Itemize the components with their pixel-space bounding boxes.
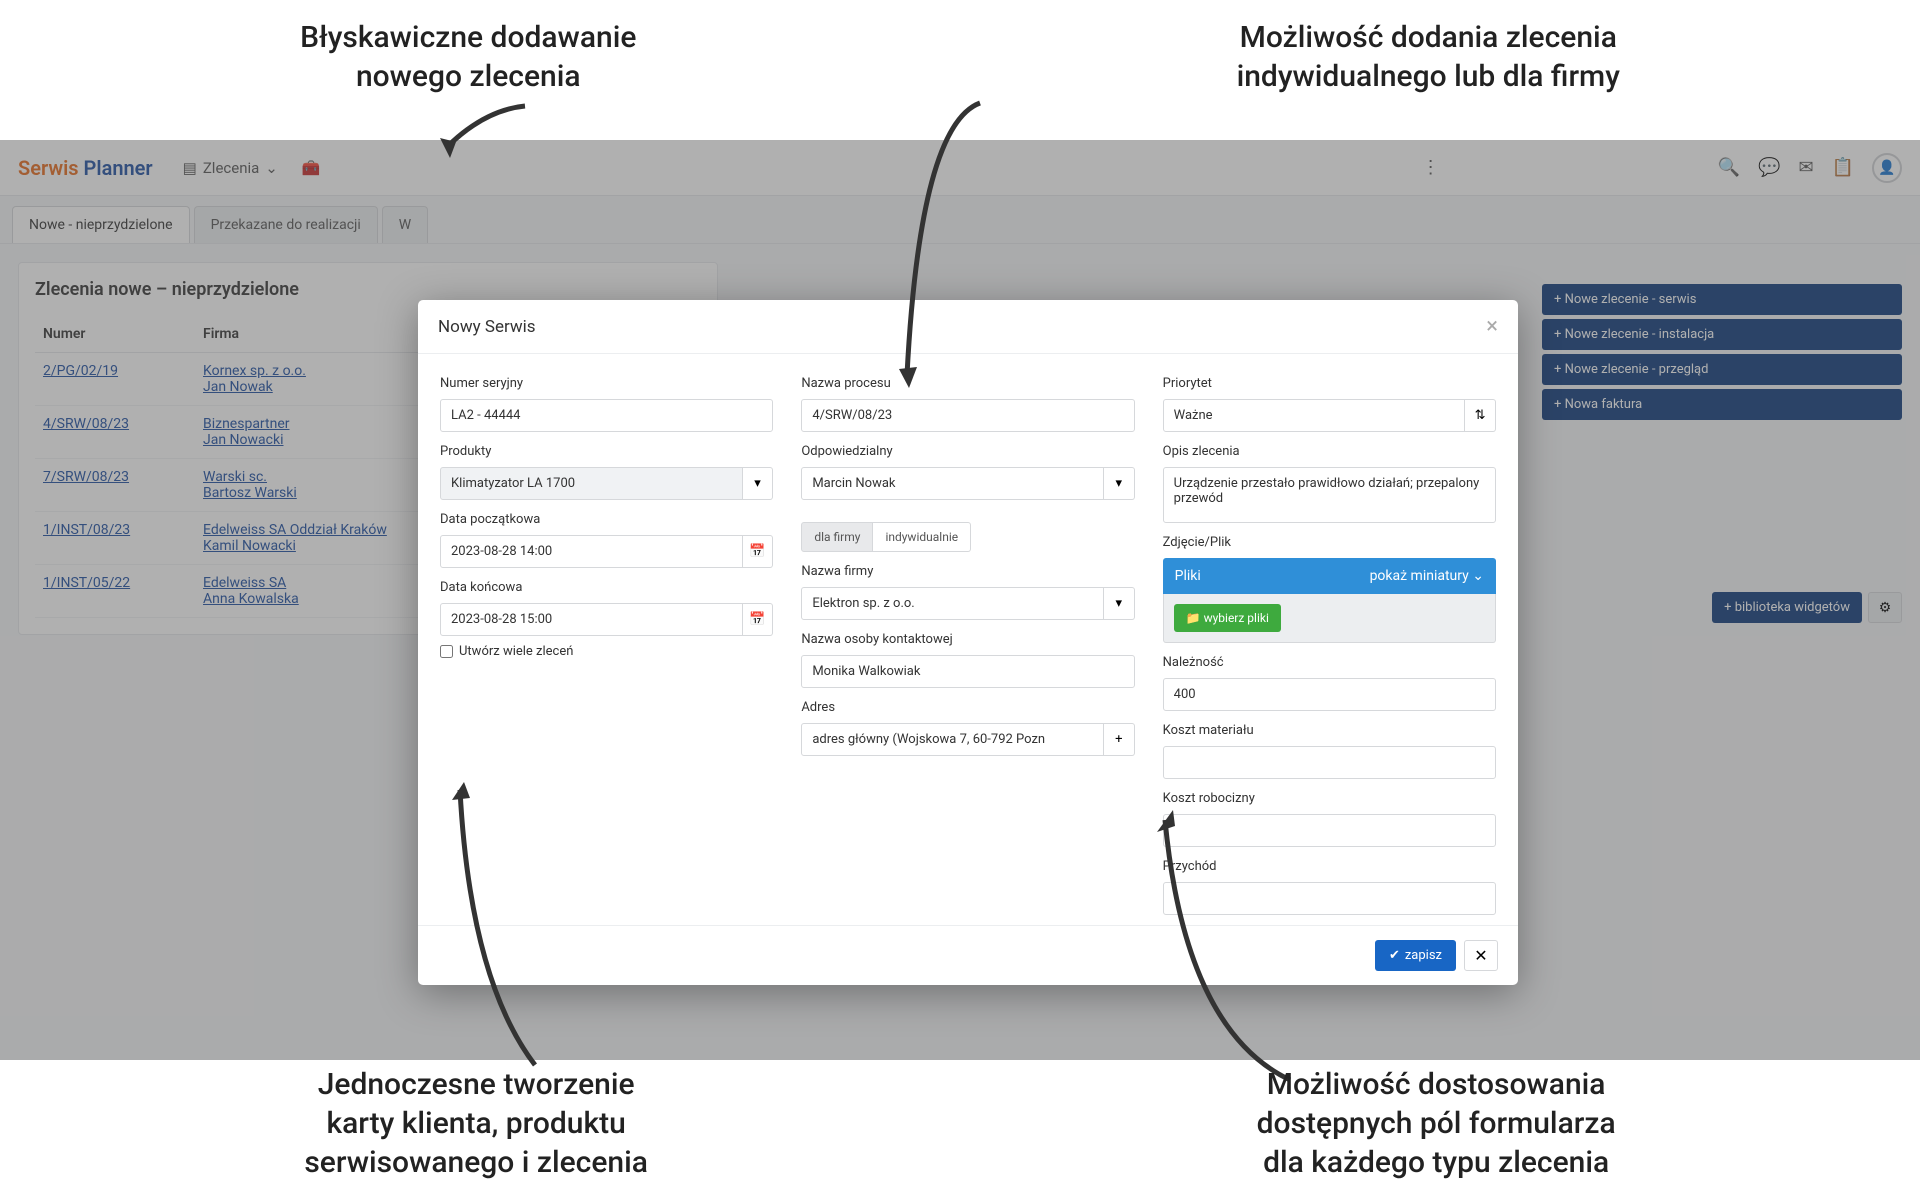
label-date-end: Data końcowa xyxy=(440,580,773,595)
label-address: Adres xyxy=(801,700,1134,715)
arrow-top-left xyxy=(430,98,540,168)
label-multi: Utwórz wiele zleceń xyxy=(459,644,573,659)
label-due: Należność xyxy=(1163,655,1496,670)
files-thumbs-label: pokaż miniatury xyxy=(1370,568,1469,584)
cancel-button[interactable]: ✕ xyxy=(1464,940,1498,971)
priority-select[interactable] xyxy=(1163,399,1466,432)
label-products: Produkty xyxy=(440,444,773,459)
modal-title: Nowy Serwis xyxy=(438,317,536,337)
toggle-individually[interactable]: indywidualnie xyxy=(873,522,971,552)
label-priority: Priorytet xyxy=(1163,376,1496,391)
close-icon[interactable]: × xyxy=(1486,314,1498,339)
calendar-icon[interactable]: 📅 xyxy=(743,603,774,636)
company-name-input[interactable] xyxy=(801,587,1104,620)
products-input[interactable] xyxy=(440,467,743,500)
pick-files-label: wybierz pliki xyxy=(1204,611,1269,625)
calendar-icon[interactable]: 📅 xyxy=(743,535,774,568)
modal-new-service: Nowy Serwis × Numer seryjny Produkty ▾ D… xyxy=(418,300,1518,985)
label-contact-name: Nazwa osoby kontaktowej xyxy=(801,632,1134,647)
label-material-cost: Koszt materiału xyxy=(1163,723,1496,738)
responsible-select[interactable] xyxy=(801,467,1104,500)
files-header-label: Pliki xyxy=(1175,568,1201,584)
check-icon: ✔ xyxy=(1389,948,1400,963)
annotation-bottom-left: Jednoczesne tworzeniekarty klienta, prod… xyxy=(304,1065,648,1182)
add-address-icon[interactable]: + xyxy=(1104,723,1135,756)
products-addon-icon[interactable]: ▾ xyxy=(743,467,774,500)
label-serial: Numer seryjny xyxy=(440,376,773,391)
label-company-name: Nazwa firmy xyxy=(801,564,1134,579)
files-header[interactable]: Pliki pokaż miniatury ⌄ xyxy=(1163,558,1496,594)
chevron-down-icon: ⌄ xyxy=(1472,568,1484,584)
save-button[interactable]: ✔ zapisz xyxy=(1375,940,1456,971)
multi-checkbox[interactable] xyxy=(440,645,453,658)
date-start-input[interactable] xyxy=(440,535,743,568)
pick-files-button[interactable]: 📁 wybierz pliki xyxy=(1174,604,1281,632)
label-date-start: Data początkowa xyxy=(440,512,773,527)
priority-stepper-icon[interactable]: ⇅ xyxy=(1465,399,1496,432)
label-responsible: Odpowiedzialny xyxy=(801,444,1134,459)
contact-name-input[interactable] xyxy=(801,655,1134,688)
arrow-top-right xyxy=(885,95,995,395)
due-input[interactable] xyxy=(1163,678,1496,711)
address-input[interactable] xyxy=(801,723,1104,756)
arrow-bottom-left xyxy=(440,780,550,1080)
chevron-down-icon[interactable]: ▾ xyxy=(1104,467,1135,500)
date-end-input[interactable] xyxy=(440,603,743,636)
toggle-for-company[interactable]: dla firmy xyxy=(801,522,873,552)
annotation-bottom-right: Możliwość dostosowaniadostępnych pól for… xyxy=(1257,1065,1616,1182)
folder-icon: 📁 xyxy=(1186,611,1201,625)
label-file: Zdjęcie/Plik xyxy=(1163,535,1496,550)
annotation-top-left: Błyskawiczne dodawanienowego zlecenia xyxy=(300,18,636,96)
annotation-top-right: Możliwość dodania zleceniaindywidualnego… xyxy=(1237,18,1620,96)
material-cost-input[interactable] xyxy=(1163,746,1496,779)
label-labor-cost: Koszt robocizny xyxy=(1163,791,1496,806)
process-input[interactable] xyxy=(801,399,1134,432)
arrow-bottom-right xyxy=(1145,810,1305,1100)
serial-input[interactable] xyxy=(440,399,773,432)
customer-type-toggle: dla firmy indywidualnie xyxy=(801,522,1134,552)
label-description: Opis zlecenia xyxy=(1163,444,1496,459)
description-textarea[interactable] xyxy=(1163,467,1496,523)
save-label: zapisz xyxy=(1405,948,1442,963)
company-addon-icon[interactable]: ▾ xyxy=(1104,587,1135,620)
